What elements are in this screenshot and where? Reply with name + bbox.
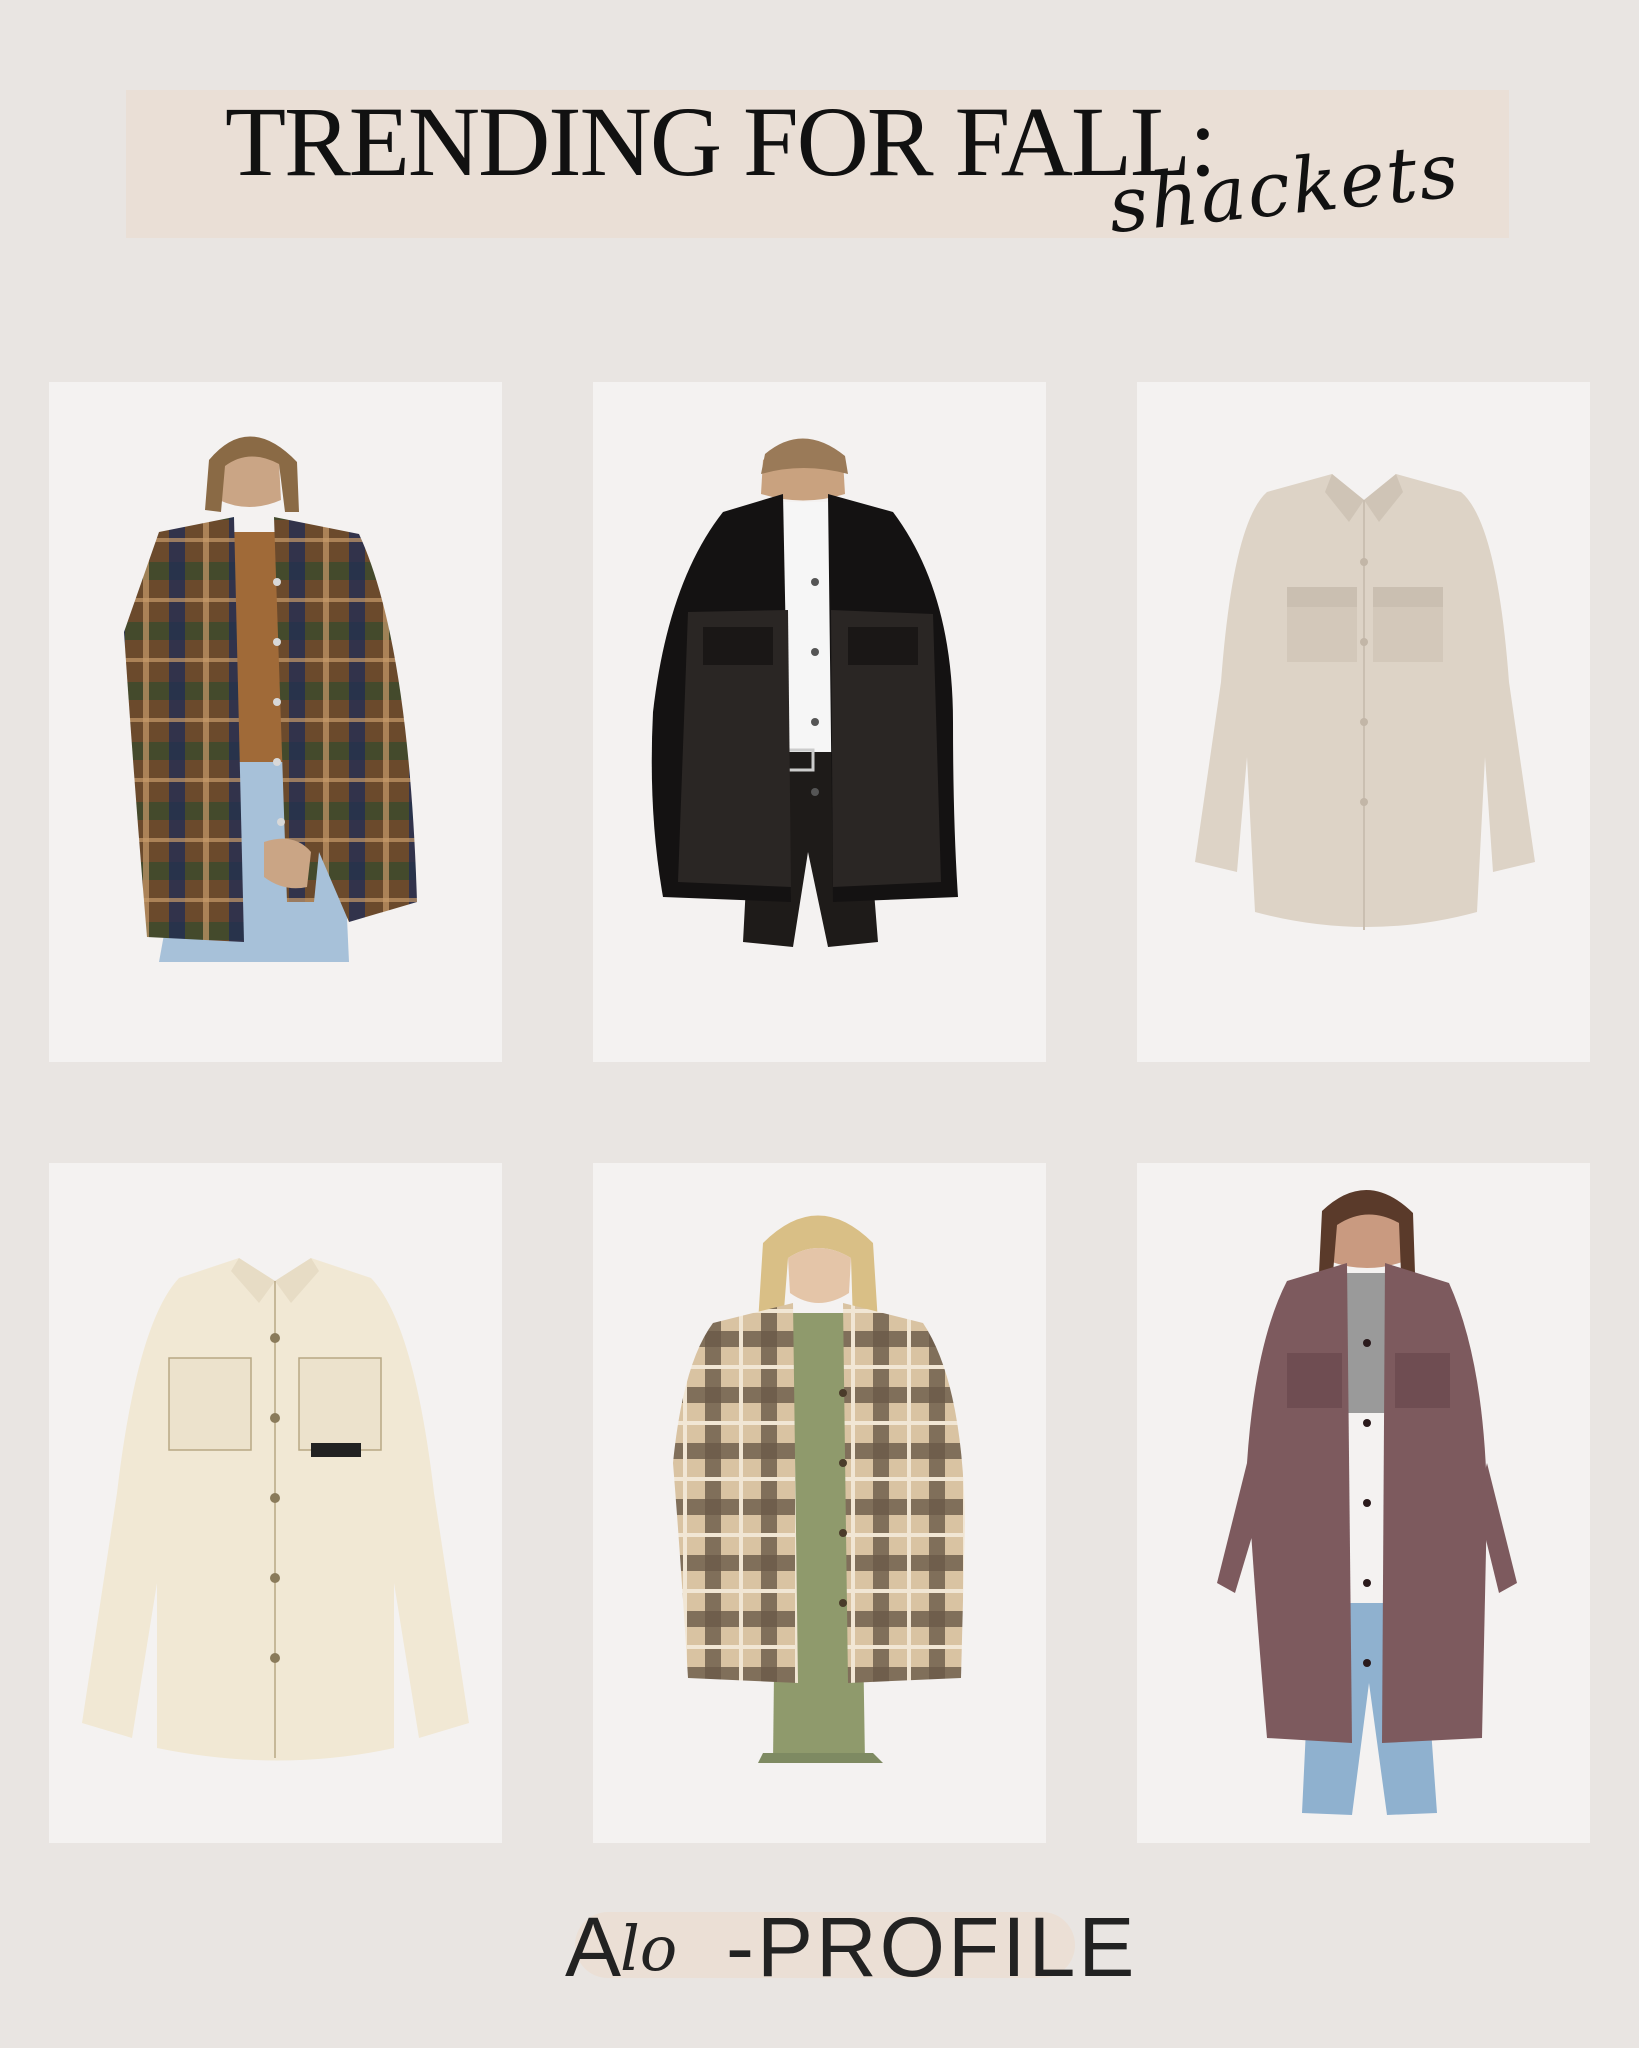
oatmeal-wool-shacket-image (1195, 474, 1535, 930)
product-card-black-leather-shacket[interactable] (593, 382, 1046, 1062)
brand-logo-a: A (565, 1900, 622, 1994)
black-leather-shacket-image (651, 438, 958, 947)
beige-plaid-shacket-model-image (673, 1215, 965, 1763)
page-title: TRENDING FOR FALL: (225, 86, 1217, 197)
mauve-long-shacket-model-image (1217, 1189, 1517, 1815)
brand-logo-profile: -PROFILE (726, 1900, 1138, 1994)
product-card-beige-plaid-shacket[interactable] (593, 1163, 1046, 1843)
product-card-plaid-shacket[interactable] (49, 382, 502, 1062)
brand-logo-lo: lo (620, 1912, 678, 1985)
plaid-shacket-model-image (124, 436, 417, 962)
product-card-cream-denim-shacket[interactable] (49, 1163, 502, 1843)
cream-denim-shacket-image (82, 1258, 469, 1761)
product-card-mauve-long-shacket[interactable] (1137, 1163, 1590, 1843)
product-card-oatmeal-wool-shacket[interactable] (1137, 382, 1590, 1062)
